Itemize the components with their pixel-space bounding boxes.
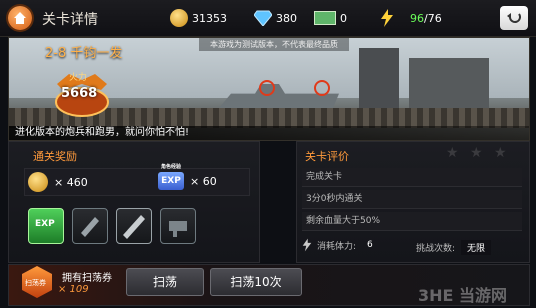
top-bar: 关卡详情 31353 380 0 96/76 xyxy=(0,0,536,37)
reward-exp: EXP 角色经验 × 60 xyxy=(158,164,217,190)
watermark-logo-icon: 3HE xyxy=(418,286,460,305)
stamina-max: /76 xyxy=(424,11,442,25)
lightning-icon xyxy=(302,238,312,252)
stamina-counter: 96/76 xyxy=(380,8,442,28)
challenge-count: 挑战次数: 无限 xyxy=(416,240,492,255)
weapon-part-item-3[interactable] xyxy=(160,208,196,244)
rewards-title: 通关奖励 xyxy=(33,150,77,163)
watermark-text: 当游网 xyxy=(459,286,508,305)
weapon-part-item-1[interactable] xyxy=(72,208,108,244)
cash-counter: 0 xyxy=(314,8,347,28)
sweep-ticket-icon-text: 扫荡券 xyxy=(25,279,46,287)
cash-value: 0 xyxy=(340,11,347,25)
exp-card-icon-text: EXP xyxy=(35,219,55,229)
page-title: 关卡详情 xyxy=(42,12,98,28)
target-marker-left xyxy=(259,80,275,96)
ticket-count: × 109 xyxy=(58,284,89,295)
exp-icon-main: EXP xyxy=(161,176,181,186)
stage-banner: 本游戏为测试版本，不代表最终品质 2-8 千钧一发 火力 5668 进化版本的炮… xyxy=(8,37,530,141)
weapon-part-item-2[interactable] xyxy=(116,208,152,244)
test-version-notice: 本游戏为测试版本，不代表最终品质 xyxy=(199,38,349,51)
back-arrow-icon xyxy=(507,13,521,23)
gun-scope-icon xyxy=(169,221,187,237)
stamina-cost: 消耗体力: 6 xyxy=(302,238,373,252)
gold-value: 31353 xyxy=(192,11,227,25)
lightning-icon xyxy=(381,9,393,27)
eval-condition-2: 3分0秒内通关 xyxy=(302,190,522,209)
stamina-cost-label: 消耗体力: xyxy=(317,241,357,252)
exp-card-item[interactable]: EXP xyxy=(28,208,64,244)
watermark: 3HE 当游网 xyxy=(418,282,507,306)
star-icon-2: ★ xyxy=(470,145,483,161)
exp-icon: EXP 角色经验 xyxy=(158,164,184,190)
stage-description: 进化版本的炮兵和跑男，就问你怕不怕! xyxy=(9,126,529,140)
diamond-counter: 380 xyxy=(254,8,297,28)
gun-part-icon xyxy=(81,217,99,237)
challenge-value: 无限 xyxy=(461,240,492,255)
reward-gold: × 460 xyxy=(28,172,88,192)
ticket-label: 拥有扫荡券 xyxy=(62,273,112,284)
cash-icon xyxy=(314,11,336,25)
exp-icon-top: 角色经验 xyxy=(160,164,181,170)
reward-exp-value: × 60 xyxy=(190,174,217,188)
diamond-icon xyxy=(254,10,272,26)
gold-counter: 31353 xyxy=(170,8,227,28)
power-label: 火力 xyxy=(69,73,88,83)
stage-name: 2-8 千钧一发 xyxy=(45,46,123,61)
sweep-button[interactable]: 扫荡 xyxy=(126,268,204,296)
gun-barrel-icon xyxy=(123,215,145,239)
stamina-value: 96 xyxy=(410,11,424,25)
back-button[interactable] xyxy=(500,6,528,30)
eval-condition-3: 剩余血量大于50% xyxy=(302,212,522,231)
home-icon[interactable] xyxy=(8,6,32,30)
gold-coin-icon xyxy=(170,9,188,27)
target-marker-right xyxy=(314,80,330,96)
star-icon-3: ★ xyxy=(494,145,507,161)
star-icon-1: ★ xyxy=(446,145,459,161)
power-value: 5668 xyxy=(61,86,98,101)
eval-condition-1: 完成关卡 xyxy=(302,168,522,187)
reward-gold-value: × 460 xyxy=(54,175,88,189)
challenge-label: 挑战次数: xyxy=(416,244,456,254)
gold-coin-icon xyxy=(28,172,48,192)
stamina-cost-value: 6 xyxy=(367,240,373,250)
evaluation-title: 关卡评价 xyxy=(305,150,349,163)
diamond-value: 380 xyxy=(276,11,297,25)
sweep-10-button[interactable]: 扫荡10次 xyxy=(210,268,302,296)
